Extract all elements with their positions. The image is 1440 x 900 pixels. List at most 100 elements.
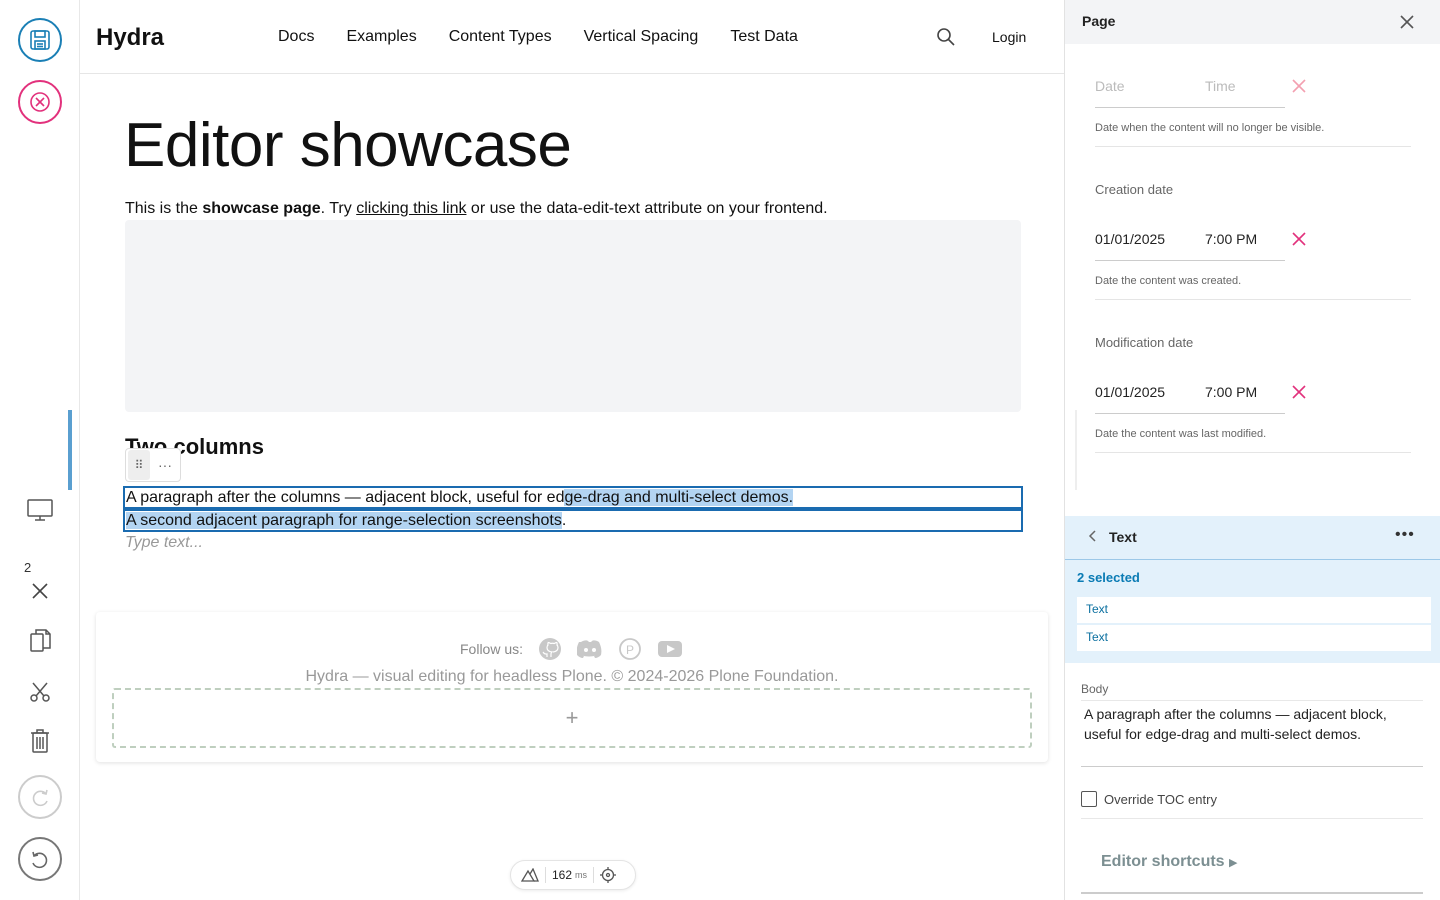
intro-text: This is the [125,200,203,217]
divider [1081,892,1423,894]
modification-date-label: Modification date [1095,335,1194,350]
undo-button[interactable] [18,837,62,881]
perf-value: 162 [552,868,573,882]
more-options-icon[interactable]: ••• [1395,526,1415,544]
empty-block[interactable] [125,220,1021,412]
youtube-icon[interactable] [657,636,683,662]
chevron-left-icon [1088,530,1096,542]
block-settings-panel: Text ••• 2 selected Text Text [1065,516,1440,663]
close-icon [32,583,48,599]
date-input[interactable]: 01/01/2025 [1095,384,1165,400]
new-text-placeholder[interactable]: Type text... [125,534,203,552]
modification-help: Date the content was last modified. [1095,428,1411,453]
editor-shortcuts-toggle[interactable]: Editor shortcuts ▶ [1101,853,1237,871]
delete-button[interactable] [24,725,56,757]
time-input[interactable]: Time [1205,78,1236,94]
text-block-2[interactable]: A second adjacent paragraph for range-se… [123,509,1023,532]
date-input[interactable]: Date [1095,78,1125,94]
intro-link[interactable]: clicking this link [356,200,466,217]
plus-icon: + [565,705,579,730]
sidebar: Page Date Time Date when the content wil… [1064,0,1440,900]
selection-count: 2 [24,560,32,575]
sidebar-scroll-indicator [1075,410,1077,490]
drag-handle-icon[interactable]: ⠿ [128,450,150,480]
nav-item-test-data[interactable]: Test Data [730,28,798,46]
modification-date-field[interactable]: 01/01/2025 7:00 PM [1095,374,1306,414]
github-icon[interactable] [537,636,563,662]
text-block-1[interactable]: A paragraph after the columns — adjacent… [123,486,1023,509]
login-link[interactable]: Login [992,29,1026,45]
intro-text: or use the data-edit-text attribute on y… [466,200,828,217]
override-toc-checkbox[interactable]: Override TOC entry [1081,791,1217,807]
nuxt-icon[interactable] [521,868,539,882]
intro-paragraph[interactable]: This is the showcase page. Try clicking … [125,200,828,218]
site-footer: Follow us: P Hydra — visual editing for … [96,612,1048,762]
nav-item-content-types[interactable]: Content Types [449,28,552,46]
creation-date-field[interactable]: 01/01/2025 7:00 PM [1095,221,1306,261]
expiration-date-field[interactable]: Date Time [1095,68,1306,108]
sidebar-header: Page [1065,0,1440,44]
block-panel-title: Text [1109,529,1137,545]
redo-icon [32,789,48,807]
close-icon [1400,15,1414,29]
nav-item-examples[interactable]: Examples [346,28,416,46]
preview-button[interactable] [24,494,56,526]
block-panel-header: Text ••• [1065,516,1440,560]
time-input[interactable]: 7:00 PM [1205,231,1257,247]
undo-icon [32,851,48,869]
shortcuts-label: Editor shortcuts [1101,853,1225,870]
nav-item-vertical-spacing[interactable]: Vertical Spacing [584,28,699,46]
intro-text: . Try [320,200,357,217]
monitor-icon [27,499,53,521]
block-menu-icon[interactable]: ··· [158,457,172,473]
site-logo[interactable]: Hydra [96,24,164,52]
expiration-help: Date when the content will no longer be … [1095,122,1411,147]
crosshair-icon[interactable] [600,867,617,883]
para1-text: A paragraph after the columns — adjacent… [126,489,565,506]
scissors-icon [30,682,50,702]
close-icon [1292,385,1306,399]
copy-button[interactable] [24,625,56,657]
sidebar-close-button[interactable] [1397,12,1417,37]
selected-count: 2 selected [1077,570,1140,585]
clear-date-button[interactable] [1291,231,1307,250]
toc-label: Override TOC entry [1104,791,1217,807]
patreon-icon[interactable]: P [617,636,643,662]
body-field[interactable]: A paragraph after the columns — adjacent… [1084,704,1424,744]
nav-item-docs[interactable]: Docs [278,28,314,46]
cut-button[interactable] [24,676,56,708]
add-block-dropzone[interactable]: + [112,688,1032,748]
back-button[interactable] [1085,528,1101,549]
date-input[interactable]: 01/01/2025 [1095,231,1165,247]
copy-icon [30,629,51,652]
performance-widget: 162 ms [510,860,636,890]
save-button[interactable] [18,18,62,62]
main-nav: Docs Examples Content Types Vertical Spa… [278,28,830,46]
clear-date-button[interactable] [1291,384,1307,403]
trash-icon [31,729,49,753]
intro-bold: showcase page [202,200,321,217]
selected-block-item[interactable]: Text [1077,597,1431,623]
selected-block-item[interactable]: Text [1077,625,1431,651]
page-content: Editor showcase This is the showcase pag… [80,74,1064,900]
close-icon [1292,232,1306,246]
checkbox[interactable] [1081,791,1097,807]
divider [593,867,595,883]
clear-selection-button[interactable] [24,575,56,607]
caret-right-icon: ▶ [1229,857,1238,869]
page-title[interactable]: Editor showcase [124,110,572,181]
time-input[interactable]: 7:00 PM [1205,384,1257,400]
svg-text:P: P [626,643,634,657]
copyright: Hydra — visual editing for headless Plon… [305,668,839,685]
cancel-button[interactable] [18,80,62,124]
search-button[interactable] [936,27,956,52]
block-toolbar: ⠿ ··· [125,448,181,482]
divider [1081,700,1423,701]
clear-date-button[interactable] [1291,78,1307,97]
redo-button[interactable] [18,775,62,819]
divider [1081,818,1423,819]
discord-icon[interactable] [577,636,603,662]
search-icon [937,28,955,46]
perf-unit: ms [575,870,588,880]
creation-help: Date the content was created. [1095,275,1411,300]
